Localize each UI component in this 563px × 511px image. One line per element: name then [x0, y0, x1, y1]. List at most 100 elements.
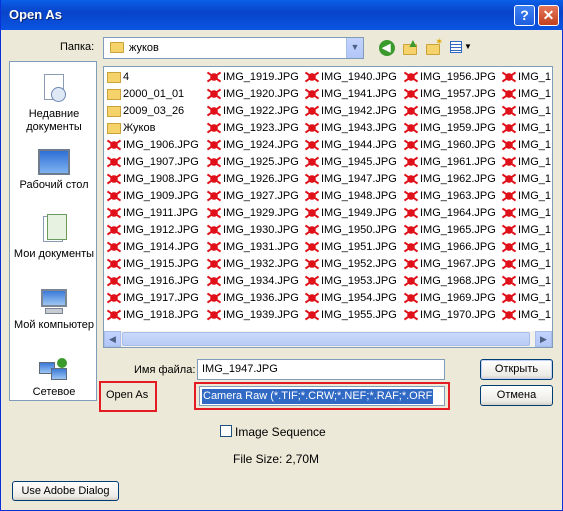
file-item[interactable]: IMG_1 [502, 69, 551, 86]
file-item[interactable]: 2009_03_26 [107, 103, 199, 120]
close-button[interactable]: ✕ [538, 5, 559, 26]
file-item[interactable]: IMG_1962.JPG [404, 171, 496, 188]
file-item[interactable]: IMG_1950.JPG [305, 222, 397, 239]
cancel-button[interactable]: Отмена [480, 385, 553, 406]
file-item[interactable]: IMG_1 [502, 307, 551, 324]
view-menu-icon[interactable]: ▼ [450, 40, 472, 55]
file-item[interactable]: IMG_1 [502, 273, 551, 290]
file-item[interactable]: IMG_1916.JPG [107, 273, 199, 290]
back-icon[interactable]: ◀ [379, 40, 395, 56]
file-item[interactable]: IMG_1909.JPG [107, 188, 199, 205]
file-item[interactable]: IMG_1918.JPG [107, 307, 199, 324]
file-item[interactable]: IMG_1920.JPG [207, 86, 299, 103]
file-item[interactable]: IMG_1936.JPG [207, 290, 299, 307]
file-item[interactable]: IMG_1 [502, 137, 551, 154]
file-item[interactable]: IMG_1 [502, 120, 551, 137]
file-item[interactable]: IMG_1931.JPG [207, 239, 299, 256]
file-item[interactable]: IMG_1970.JPG [404, 307, 496, 324]
file-item[interactable]: IMG_1919.JPG [207, 69, 299, 86]
file-item[interactable]: IMG_1915.JPG [107, 256, 199, 273]
title-bar[interactable]: Open As ? ✕ [1, 0, 563, 30]
lookin-combo[interactable]: жуков ▼ [103, 37, 364, 59]
open-as-combo[interactable]: Camera Raw (*.TIF;*.CRW;*.NEF;*.RAF;*.OR… [199, 386, 445, 406]
file-item[interactable]: IMG_1932.JPG [207, 256, 299, 273]
file-item[interactable]: IMG_1926.JPG [207, 171, 299, 188]
file-item[interactable]: IMG_1 [502, 188, 551, 205]
file-item[interactable]: IMG_1911.JPG [107, 205, 199, 222]
file-item[interactable]: IMG_1 [502, 256, 551, 273]
place-my-computer[interactable]: Мой компьютер [10, 289, 98, 332]
place-recent-documents[interactable]: Недавние документы [10, 74, 98, 134]
file-item[interactable]: IMG_1939.JPG [207, 307, 299, 324]
file-item[interactable]: IMG_1934.JPG [207, 273, 299, 290]
filename-input[interactable]: IMG_1947.JPG [197, 359, 445, 380]
file-item[interactable]: IMG_1949.JPG [305, 205, 397, 222]
file-item[interactable]: IMG_1923.JPG [207, 120, 299, 137]
file-item[interactable]: IMG_1924.JPG [207, 137, 299, 154]
file-item[interactable]: IMG_1958.JPG [404, 103, 496, 120]
file-item[interactable]: IMG_1940.JPG [305, 69, 397, 86]
file-item[interactable]: IMG_1917.JPG [107, 290, 199, 307]
file-item[interactable]: 2000_01_01 [107, 86, 199, 103]
file-item[interactable]: IMG_1948.JPG [305, 188, 397, 205]
up-folder-icon[interactable]: ▲ [402, 36, 419, 56]
file-item[interactable]: IMG_1 [502, 171, 551, 188]
file-item[interactable]: IMG_1941.JPG [305, 86, 397, 103]
file-item[interactable]: IMG_1963.JPG [404, 188, 496, 205]
file-item[interactable]: IMG_1925.JPG [207, 154, 299, 171]
file-item[interactable]: IMG_1929.JPG [207, 205, 299, 222]
place-my-documents[interactable]: Мои документы [10, 214, 98, 261]
file-item[interactable]: IMG_1965.JPG [404, 222, 496, 239]
file-item[interactable]: IMG_1944.JPG [305, 137, 397, 154]
horizontal-scrollbar[interactable]: ◀ ▶ [103, 331, 553, 348]
file-item[interactable]: IMG_1966.JPG [404, 239, 496, 256]
use-adobe-dialog-button[interactable]: Use Adobe Dialog [12, 481, 119, 501]
file-item[interactable]: IMG_1953.JPG [305, 273, 397, 290]
file-item[interactable]: IMG_1960.JPG [404, 137, 496, 154]
file-item[interactable]: IMG_1908.JPG [107, 171, 199, 188]
file-item[interactable]: IMG_1 [502, 290, 551, 307]
open-button[interactable]: Открыть [480, 359, 553, 380]
scroll-thumb[interactable] [122, 332, 530, 346]
scroll-left-icon[interactable]: ◀ [104, 331, 121, 347]
file-item[interactable]: IMG_1954.JPG [305, 290, 397, 307]
file-item[interactable]: IMG_1 [502, 205, 551, 222]
file-item[interactable]: IMG_1906.JPG [107, 137, 199, 154]
help-button[interactable]: ? [514, 5, 535, 26]
file-item[interactable]: IMG_1945.JPG [305, 154, 397, 171]
file-item[interactable]: 4 [107, 69, 199, 86]
file-item[interactable]: IMG_1 [502, 222, 551, 239]
file-item[interactable]: IMG_1943.JPG [305, 120, 397, 137]
file-item[interactable]: IMG_1967.JPG [404, 256, 496, 273]
file-item[interactable]: IMG_1957.JPG [404, 86, 496, 103]
file-item[interactable]: IMG_1 [502, 86, 551, 103]
file-item[interactable]: IMG_1951.JPG [305, 239, 397, 256]
chevron-down-icon[interactable]: ▼ [346, 38, 363, 58]
file-item[interactable]: IMG_1959.JPG [404, 120, 496, 137]
file-item[interactable]: IMG_1914.JPG [107, 239, 199, 256]
file-item[interactable]: IMG_1907.JPG [107, 154, 199, 171]
file-item[interactable]: IMG_1927.JPG [207, 188, 299, 205]
file-item[interactable]: Жуков [107, 120, 199, 137]
scroll-right-icon[interactable]: ▶ [535, 331, 552, 347]
file-item[interactable]: IMG_1 [502, 103, 551, 120]
image-sequence-checkbox[interactable] [220, 425, 232, 437]
file-item[interactable]: IMG_1969.JPG [404, 290, 496, 307]
place-desktop[interactable]: Рабочий стол [10, 149, 98, 192]
file-item[interactable]: IMG_1922.JPG [207, 103, 299, 120]
file-list[interactable]: 4 2000_01_01 2009_03_26 Жуков IMG_1906.JPG IM… [103, 66, 553, 348]
file-item[interactable]: IMG_1947.JPG [305, 171, 397, 188]
place-network[interactable]: Сетевое [10, 358, 98, 399]
file-item[interactable]: IMG_1968.JPG [404, 273, 496, 290]
new-folder-icon[interactable]: ✶ [425, 37, 443, 56]
file-item[interactable]: IMG_1942.JPG [305, 103, 397, 120]
file-item[interactable]: IMG_1912.JPG [107, 222, 199, 239]
file-item[interactable]: IMG_1964.JPG [404, 205, 496, 222]
file-item[interactable]: IMG_1956.JPG [404, 69, 496, 86]
file-item[interactable]: IMG_1 [502, 154, 551, 171]
file-item[interactable]: IMG_1955.JPG [305, 307, 397, 324]
file-item[interactable]: IMG_1961.JPG [404, 154, 496, 171]
file-item[interactable]: IMG_1952.JPG [305, 256, 397, 273]
file-item[interactable]: IMG_1 [502, 239, 551, 256]
file-item[interactable]: IMG_1930.JPG [207, 222, 299, 239]
